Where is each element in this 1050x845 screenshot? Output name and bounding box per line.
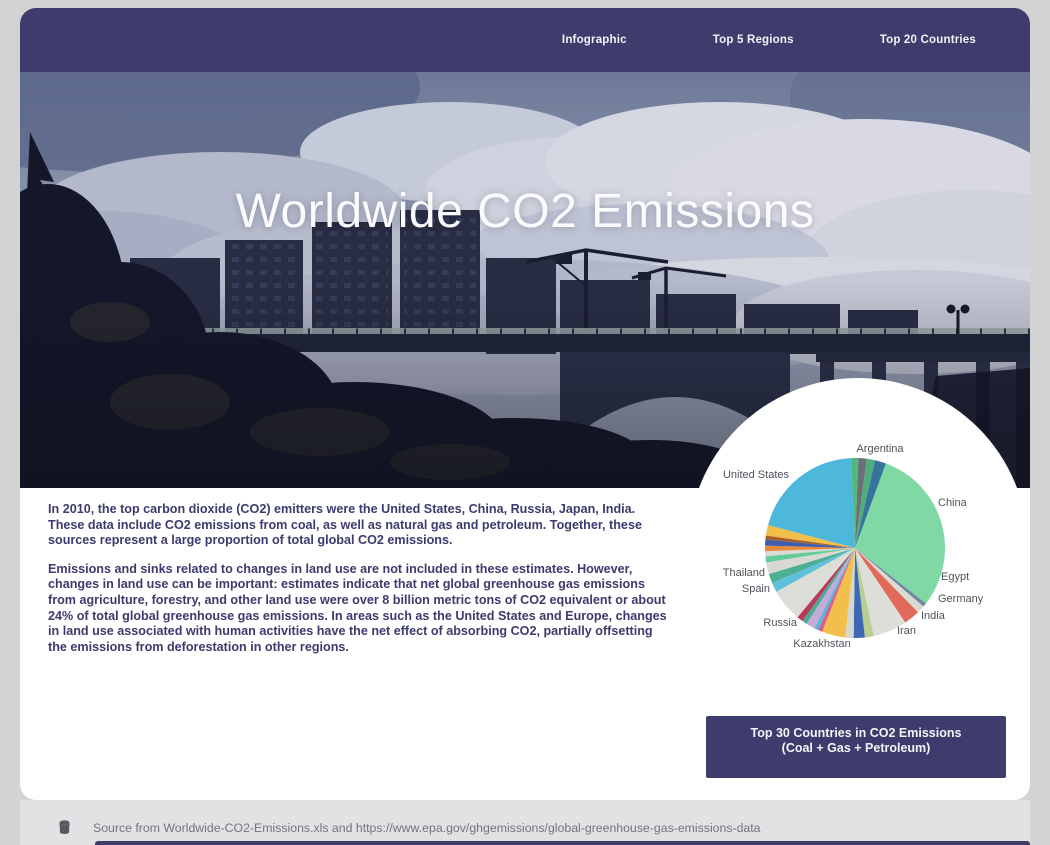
pie-label-spain: Spain (742, 583, 770, 595)
intro-text: In 2010, the top carbon dioxide (CO2) em… (48, 502, 670, 668)
nav-item-top20-countries[interactable]: Top 20 Countries (880, 34, 976, 46)
source-url-link[interactable]: https://www.epa.gov/ghgemissions/global-… (356, 821, 761, 835)
pie-label-egypt: Egypt (941, 571, 969, 583)
page-title: Worldwide CO2 Emissions (20, 184, 1030, 239)
pie-label-china: China (938, 497, 968, 509)
paragraph-2: Emissions and sinks related to changes i… (48, 562, 670, 656)
chart-caption-line2: (Coal + Gas + Petroleum) (706, 741, 1006, 756)
source-text: Source from Worldwide-CO2-Emissions.xls … (93, 821, 761, 835)
database-icon (58, 820, 71, 835)
paragraph-1: In 2010, the top carbon dioxide (CO2) em… (48, 502, 670, 549)
infographic-card: Worldwide CO2 Emissions Infographic Top … (20, 8, 1030, 800)
top-nav: Infographic Top 5 Regions Top 20 Countri… (20, 8, 1030, 72)
pie-label-germany: Germany (938, 593, 984, 605)
chart-caption-box: Top 30 Countries in CO2 Emissions (Coal … (706, 716, 1006, 778)
pie-label-kazakhstan: Kazakhstan (793, 638, 850, 650)
pie-label-india: India (921, 610, 946, 622)
source-footer: Source from Worldwide-CO2-Emissions.xls … (20, 800, 1030, 845)
nav-item-top5-regions[interactable]: Top 5 Regions (713, 34, 794, 46)
pie-label-argentina: Argentina (856, 443, 904, 455)
page: Worldwide CO2 Emissions Infographic Top … (0, 0, 1050, 845)
pie-label-thailand: Thailand (723, 567, 765, 579)
next-section-header-strip (95, 841, 1030, 845)
chart-caption-line1: Top 30 Countries in CO2 Emissions (706, 726, 1006, 741)
pie-label-russia: Russia (763, 617, 798, 629)
pie-label-united-states: United States (723, 469, 790, 481)
nav-item-infographic[interactable]: Infographic (562, 34, 627, 46)
pie-chart: Argentina China Egypt Germany India Iran Kazak… (710, 408, 1010, 688)
pie-label-iran: Iran (897, 625, 916, 637)
source-prefix: Source from Worldwide-CO2-Emissions.xls … (93, 821, 356, 835)
